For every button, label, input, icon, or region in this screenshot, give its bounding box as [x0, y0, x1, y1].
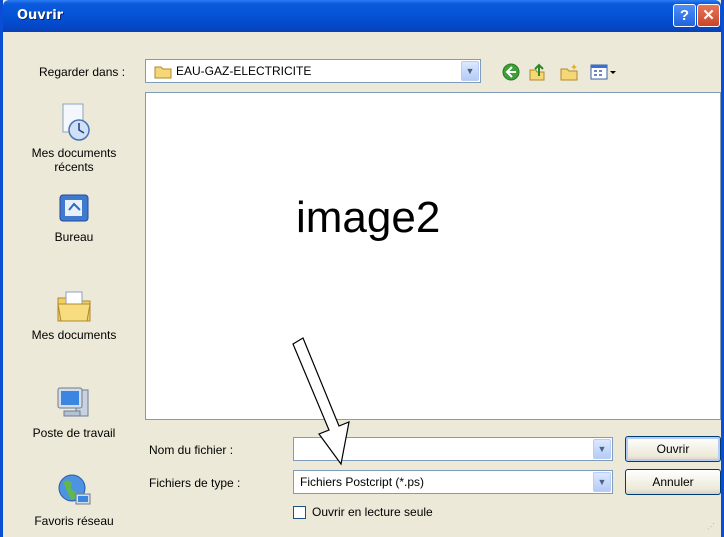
open-dialog: Ouvrir ? ✕ Regarder dans : EAU-GAZ-ELECT… [0, 0, 724, 537]
resize-grip-icon[interactable]: ⋰ [707, 522, 715, 531]
lookin-combo[interactable]: EAU-GAZ-ELECTRICITE ▼ [145, 59, 481, 83]
readonly-label: Ouvrir en lecture seule [312, 505, 433, 519]
lookin-label: Regarder dans : [39, 65, 126, 79]
lookin-value: EAU-GAZ-ELECTRICITE [176, 64, 312, 78]
cancel-button[interactable]: Annuler [625, 469, 721, 495]
chevron-down-icon[interactable]: ▼ [593, 439, 611, 459]
network-places-icon [58, 474, 91, 505]
folder-icon [154, 66, 172, 79]
up-folder-icon[interactable] [527, 62, 547, 82]
filetype-select[interactable]: Fichiers Postcript (*.ps) ▼ [293, 470, 613, 494]
place-label: Mes documents [31, 328, 117, 342]
place-recent-documents[interactable]: Mes documents récents [11, 102, 137, 174]
file-list[interactable]: image2 [145, 92, 721, 420]
place-network-places[interactable]: Favoris réseau [11, 470, 137, 528]
filetype-value: Fichiers Postcript (*.ps) [300, 475, 425, 489]
my-computer-icon [57, 387, 89, 417]
open-button[interactable]: Ouvrir [625, 436, 721, 462]
my-documents-icon [57, 291, 91, 322]
close-button[interactable]: ✕ [697, 4, 720, 27]
filetype-label: Fichiers de type : [149, 476, 241, 490]
recent-documents-icon [62, 103, 90, 141]
watermark-text: image2 [296, 193, 441, 242]
place-label: Bureau [54, 230, 94, 244]
place-my-documents[interactable]: Mes documents [11, 288, 137, 342]
window-title: Ouvrir [17, 8, 64, 23]
places-bar: Mes documents récents Bureau Mes documen… [11, 92, 137, 532]
desktop-icon [59, 194, 89, 222]
chevron-down-icon[interactable]: ▼ [461, 61, 479, 81]
title-bar[interactable]: Ouvrir ? ✕ [3, 0, 721, 32]
annotation-arrow-icon [292, 337, 350, 466]
chevron-down-icon[interactable]: ▼ [593, 472, 611, 492]
view-menu-icon[interactable] [589, 62, 619, 82]
place-label: Favoris réseau [34, 514, 114, 528]
place-label: Mes documents récents [31, 146, 117, 174]
place-desktop[interactable]: Bureau [11, 192, 137, 244]
new-folder-icon[interactable] [559, 62, 579, 82]
readonly-checkbox[interactable] [293, 506, 306, 519]
help-button[interactable]: ? [673, 4, 696, 27]
back-icon[interactable] [501, 62, 521, 82]
place-my-computer[interactable]: Poste de travail [11, 384, 137, 440]
filename-label: Nom du fichier : [149, 443, 234, 457]
place-label: Poste de travail [32, 426, 116, 440]
